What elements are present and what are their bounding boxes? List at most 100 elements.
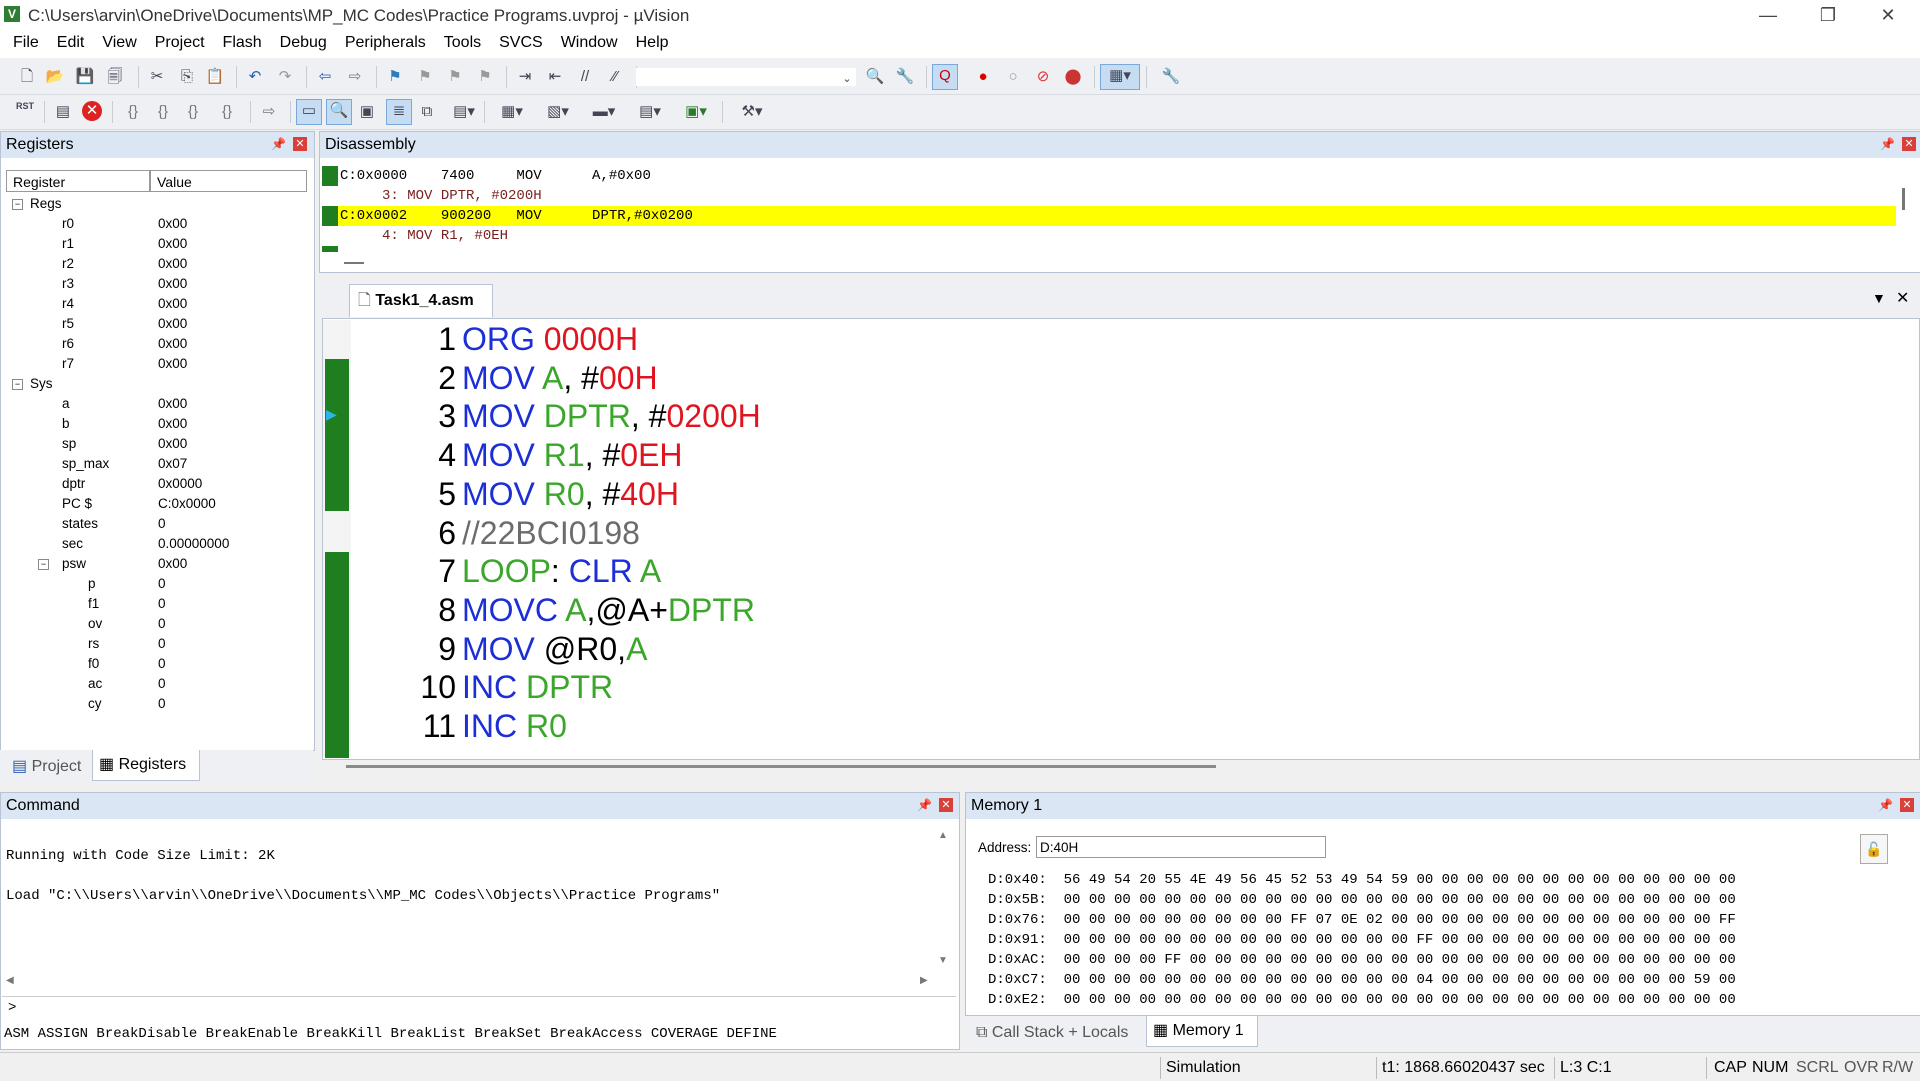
system-viewer-icon[interactable]: ▣▾ [678,101,714,123]
unindent-icon[interactable]: ⇤ [544,66,566,88]
editor-hscroll-thumb[interactable] [346,765,1216,768]
run-to-cursor-icon[interactable]: {} [216,101,238,123]
register-row[interactable]: r4 0x00 [0,294,313,314]
register-row[interactable]: sp 0x00 [0,434,313,454]
redo-icon[interactable]: ↷ [274,66,296,88]
window-layout-icon[interactable]: ▦▾ [1100,64,1140,90]
navigate-back-icon[interactable]: ⇦ [314,66,336,88]
step-over-icon[interactable]: {} [152,101,174,123]
register-value[interactable]: 0x00 [158,354,187,374]
minimize-button[interactable]: — [1740,0,1796,30]
memory-window-icon[interactable]: ▦▾ [494,101,530,123]
menu-tools[interactable]: Tools [435,34,490,52]
next-bookmark-icon[interactable]: ⚑ [444,66,466,88]
register-value[interactable]: 0 [158,574,166,594]
disassembly-pin-icon[interactable]: 📌 [1880,137,1895,151]
close-window-button[interactable]: ✕ [1860,0,1916,30]
code-line[interactable]: //22BCI0198 [462,514,640,552]
memory-row[interactable]: D:0xAC: 00 00 00 00 FF 00 00 00 00 00 00… [988,950,1736,970]
run-icon[interactable]: ▤ [52,101,74,123]
indent-icon[interactable]: ⇥ [514,66,536,88]
memory-row[interactable]: D:0xE2: 00 00 00 00 00 00 00 00 00 00 00… [988,990,1736,1010]
disasm-source-line[interactable]: 3: MOV DPTR, #0200H [340,186,542,206]
register-row[interactable]: b 0x00 [0,414,313,434]
step-out-icon[interactable]: {} [182,101,204,123]
register-row[interactable]: r1 0x00 [0,234,313,254]
scroll-right-icon[interactable]: ▶ [920,975,928,986]
incremental-find-icon[interactable]: 🔧 [894,66,916,88]
serial-window-icon[interactable]: ▧▾ [540,101,576,123]
menu-window[interactable]: Window [552,34,627,52]
prev-bookmark-icon[interactable]: ⚑ [414,66,436,88]
code-line[interactable]: MOV R0, #40H [462,475,679,513]
disassembly-close-icon[interactable]: ✕ [1902,137,1916,151]
analysis-window-icon[interactable]: ▬▾ [586,101,622,123]
trace-window-icon[interactable]: ▤▾ [632,101,668,123]
cut-icon[interactable]: ✂ [146,66,168,88]
close-panel-icon[interactable]: ✕ [293,137,307,151]
menu-debug[interactable]: Debug [271,34,336,52]
code-line[interactable]: MOV DPTR, #0200H [462,397,761,435]
collapse-toggle-icon[interactable]: − [12,199,23,210]
register-row[interactable]: r2 0x00 [0,254,313,274]
code-line[interactable]: MOV R1, #0EH [462,436,683,474]
register-value[interactable]: 0 [158,594,166,614]
pin-icon[interactable]: 📌 [271,137,286,151]
configure-icon[interactable]: 🔧 [1160,66,1182,88]
memory-row[interactable]: D:0x5B: 00 00 00 00 00 00 00 00 00 00 00… [988,890,1736,910]
register-value[interactable]: 0x00 [158,334,187,354]
find-combo[interactable] [636,68,856,86]
find-combo-dropdown-icon[interactable]: ⌄ [836,68,858,90]
register-value[interactable]: 0x00 [158,314,187,334]
register-row[interactable]: r6 0x00 [0,334,313,354]
register-row[interactable]: p0 [0,574,313,594]
menu-flash[interactable]: Flash [214,34,271,52]
register-row[interactable]: sec 0.00000000 [0,534,313,554]
command-pin-icon[interactable]: 📌 [917,798,932,812]
memory-row[interactable]: D:0xC7: 00 00 00 00 00 00 00 00 00 00 00… [988,970,1736,990]
code-line[interactable]: ORG 0000H [462,320,638,358]
memory-pin-icon[interactable]: 📌 [1878,798,1893,812]
show-next-statement-icon[interactable]: ⇨ [258,101,280,123]
register-row[interactable]: rs 0 [0,634,313,654]
register-column-header[interactable]: Register [6,170,150,192]
register-row[interactable]: sp_max 0x07 [0,454,313,474]
code-line[interactable]: INC R0 [462,707,567,745]
close-editor-icon[interactable]: ✕ [1896,288,1909,308]
register-row[interactable]: PC $ C:0x0000 [0,494,313,514]
register-value[interactable]: 0x00 [158,254,187,274]
register-row[interactable]: r7 0x00 [0,354,313,374]
register-value[interactable]: 0 [158,654,166,674]
save-all-icon[interactable]: 🗐 [104,66,126,88]
register-row[interactable]: states 0 [0,514,313,534]
register-value[interactable]: C:0x0000 [158,494,216,514]
copy-icon[interactable]: ⎘ [176,66,198,88]
paste-icon[interactable]: 📋 [204,66,226,88]
register-value[interactable]: 0.00000000 [158,534,229,554]
stop-icon[interactable]: ✕ [82,101,102,121]
scroll-left-icon[interactable]: ◀ [6,975,14,986]
register-value[interactable]: 0x00 [158,414,187,434]
register-value[interactable]: 0 [158,674,166,694]
register-value[interactable]: 0x00 [158,294,187,314]
find-icon[interactable]: 🔍 [864,66,886,88]
debug-session-icon[interactable]: Q [932,64,958,90]
clear-bookmarks-icon[interactable]: ⚑ [474,66,496,88]
collapse-toggle-icon[interactable]: − [38,559,49,570]
kill-all-breakpoints-icon[interactable]: ⬤ [1062,66,1084,88]
undo-icon[interactable]: ↶ [244,66,266,88]
code-line[interactable]: LOOP: CLR A [462,552,661,590]
navigate-forward-icon[interactable]: ⇨ [344,66,366,88]
menu-help[interactable]: Help [627,34,678,52]
menu-svcs[interactable]: SVCS [490,34,552,52]
enable-breakpoint-icon[interactable]: ○ [1002,66,1024,88]
register-row[interactable]: r5 0x00 [0,314,313,334]
register-group-row[interactable]: − Sys [0,374,313,394]
menu-file[interactable]: File [4,34,48,52]
scroll-down-icon[interactable]: ▼ [938,955,948,966]
collapse-toggle-icon[interactable]: − [12,379,23,390]
register-row[interactable]: ac 0 [0,674,313,694]
memory-close-icon[interactable]: ✕ [1900,798,1914,812]
tab-memory-1[interactable]: ▦ Memory 1 [1146,1016,1258,1047]
register-value[interactable]: 0x0000 [158,474,202,494]
